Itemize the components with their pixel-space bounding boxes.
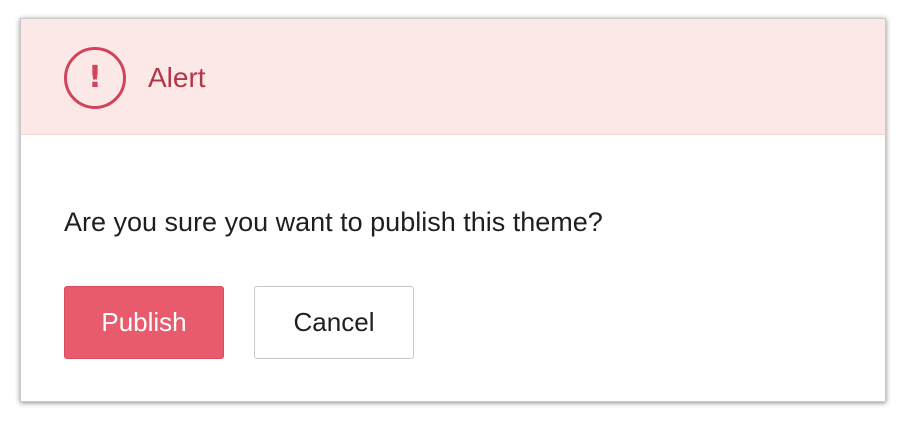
dialog-header: ! Alert [21,19,885,135]
publish-button[interactable]: Publish [64,286,224,359]
cancel-button[interactable]: Cancel [254,286,414,359]
dialog-title: Alert [148,62,206,93]
dialog-message: Are you sure you want to publish this th… [64,207,603,237]
alert-dialog: ! Alert Are you sure you want to publish… [20,18,886,402]
alert-circle-icon: ! [64,47,126,109]
